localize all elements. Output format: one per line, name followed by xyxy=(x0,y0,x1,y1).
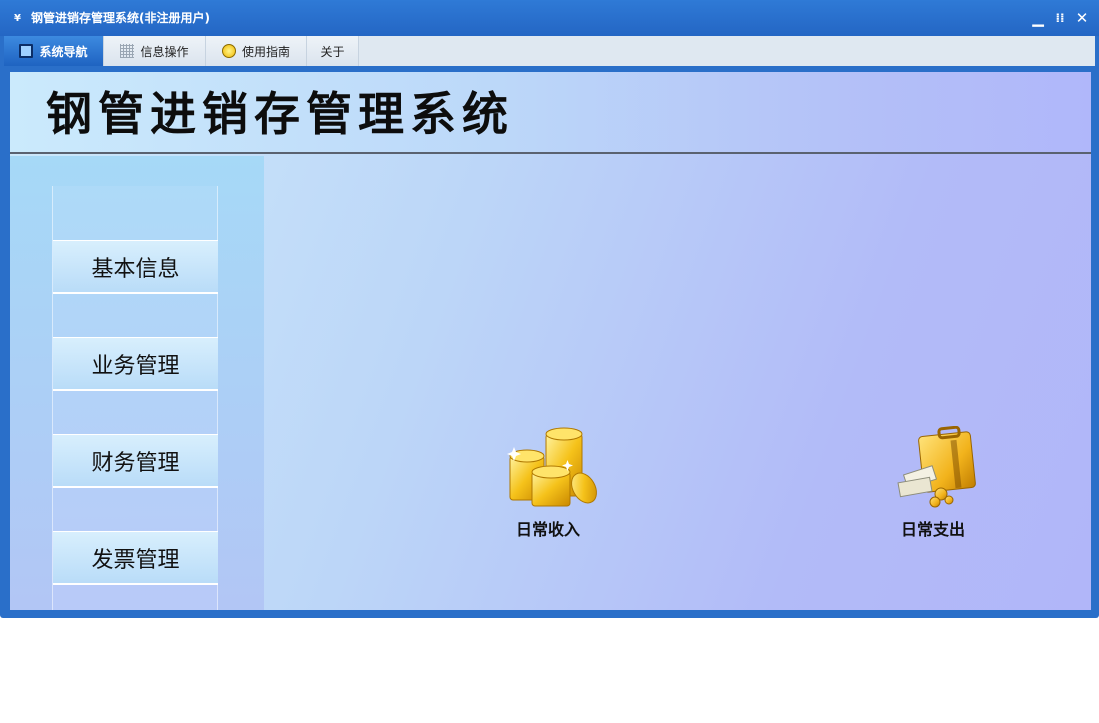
app-window: ¥ 钢管进销存管理系统(非注册用户) ▁ ⁞⁞ ✕ 系统导航 信息操作 使用指南… xyxy=(0,0,1099,618)
restore-button[interactable]: ⁞⁞ xyxy=(1051,9,1069,27)
app-logo-icon: ¥ xyxy=(14,13,21,24)
app-title: 钢管进销存管理系统 xyxy=(46,87,514,141)
sidebar: 基本信息 业务管理 财务管理 发票管理 xyxy=(10,156,264,610)
tab-user-guide[interactable]: 使用指南 xyxy=(206,36,307,66)
monitor-icon xyxy=(19,44,34,58)
shortcut-label: 日常收入 xyxy=(515,520,580,539)
tab-label: 使用指南 xyxy=(241,44,290,59)
app-header: 钢管进销存管理系统 xyxy=(10,72,1091,154)
tab-label: 关于 xyxy=(320,44,345,59)
sidebar-item-business-management[interactable]: 业务管理 xyxy=(53,337,218,391)
minimize-button[interactable]: ▁ xyxy=(1029,9,1047,27)
menu-tab-bar: 系统导航 信息操作 使用指南 关于 xyxy=(4,36,1095,66)
sidebar-item-basic-info[interactable]: 基本信息 xyxy=(53,240,218,294)
tab-about[interactable]: 关于 xyxy=(307,36,359,66)
tab-label: 系统导航 xyxy=(39,44,88,59)
grid-icon xyxy=(120,44,135,58)
sidebar-item-finance-management[interactable]: 财务管理 xyxy=(53,434,218,488)
daily-income-shortcut[interactable]: 日常收入 xyxy=(488,426,608,556)
tab-label: 信息操作 xyxy=(140,44,189,59)
money-briefcase-icon xyxy=(897,426,976,508)
tab-information-operations[interactable]: 信息操作 xyxy=(104,36,206,66)
title-bar: ¥ 钢管进销存管理系统(非注册用户) ▁ ⁞⁞ ✕ xyxy=(0,0,1099,36)
shortcut-label: 日常支出 xyxy=(900,520,965,539)
tab-system-navigation[interactable]: 系统导航 xyxy=(4,36,104,66)
gold-coins-icon xyxy=(507,427,597,507)
main-content: 钢管进销存管理系统 基本信息 业务管理 财务管理 发票管理 日常收入 日常支出 xyxy=(10,72,1091,610)
window-title: 钢管进销存管理系统(非注册用户) xyxy=(31,11,210,25)
sidebar-item-invoice-management[interactable]: 发票管理 xyxy=(53,531,218,585)
daily-expense-shortcut[interactable]: 日常支出 xyxy=(873,426,993,556)
bulb-icon xyxy=(221,44,236,58)
content-frame: 钢管进销存管理系统 基本信息 业务管理 财务管理 发票管理 日常收入 日常支出 xyxy=(4,66,1095,614)
close-button[interactable]: ✕ xyxy=(1073,9,1091,27)
